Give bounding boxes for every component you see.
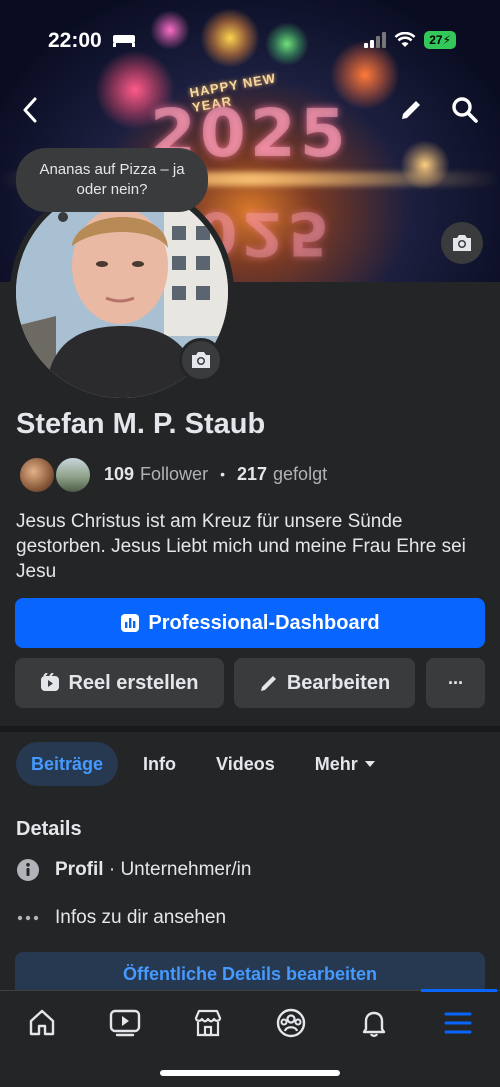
followers-separator: • [220, 466, 225, 482]
tab-info[interactable]: Info [128, 742, 191, 786]
tab-more[interactable]: Mehr [300, 742, 391, 786]
nav-notifications[interactable] [344, 1001, 404, 1045]
create-reel-label: Reel erstellen [68, 671, 199, 694]
tab-posts[interactable]: Beiträge [16, 742, 119, 786]
status-icons: 27⚡ [364, 31, 456, 49]
create-reel-button[interactable]: Reel erstellen [15, 658, 224, 708]
menu-icon [444, 1012, 472, 1034]
more-actions-label: ··· [448, 672, 464, 693]
bell-icon [362, 1011, 386, 1037]
edit-profile-label: Bearbeiten [286, 671, 391, 694]
profile-bio: Jesus Christus ist am Kreuz für unsere S… [16, 511, 466, 582]
profile-camera-button[interactable] [179, 338, 223, 382]
followers-count: 109 [104, 463, 135, 484]
nav-groups[interactable] [261, 1001, 321, 1045]
following-count: 217 [236, 463, 268, 484]
clock: 22:00 [48, 29, 136, 53]
nav-active-indicator [421, 989, 497, 992]
nav-home[interactable] [12, 1001, 72, 1045]
caret-down-icon [364, 761, 375, 767]
info-icon [16, 858, 40, 882]
search-button[interactable] [448, 92, 482, 128]
pencil-icon [260, 676, 276, 691]
search-icon [452, 97, 478, 123]
bed-icon [112, 35, 135, 47]
reel-icon [41, 673, 60, 691]
video-icon [109, 1009, 141, 1037]
home-icon [29, 1009, 55, 1036]
edit-public-details-label: Öffentliche Details bearbeiten [122, 964, 378, 984]
details-heading: Details [16, 818, 82, 840]
follower-avatars [18, 454, 96, 494]
detail-profile-label: Profil [55, 859, 104, 880]
pencil-icon [402, 101, 420, 119]
nav-menu[interactable] [428, 1001, 488, 1045]
profile-note-text: Ananas auf Pizza – ja oder nein? [39, 161, 185, 198]
camera-icon [192, 352, 210, 368]
cover-camera-button[interactable] [441, 222, 483, 264]
detail-profile-type: Profil · Unternehmer/in [16, 858, 251, 882]
detail-profile-value: · Unternehmer/in [103, 859, 252, 880]
home-indicator [160, 1070, 340, 1076]
edit-cover-button[interactable] [394, 92, 428, 128]
edit-profile-button[interactable]: Bearbeiten [234, 658, 415, 708]
signal-icon [364, 32, 387, 48]
battery-indicator: 27⚡ [424, 31, 456, 49]
camera-icon [453, 235, 471, 251]
back-button[interactable] [14, 92, 46, 128]
profile-tabs: Beiträge Info Videos Mehr [16, 742, 391, 786]
section-divider [0, 726, 500, 732]
wifi-icon [394, 32, 416, 47]
more-actions-button[interactable]: ··· [426, 658, 485, 708]
detail-see-info[interactable]: Infos zu dir ansehen [16, 907, 226, 929]
follower-avatar [54, 456, 92, 494]
status-bar: 22:00 27⚡ [0, 0, 500, 80]
marketplace-icon [194, 1009, 222, 1037]
profile-note-bubble[interactable]: Ananas auf Pizza – ja oder nein? [16, 148, 208, 212]
followers-row[interactable]: 109 Follower • 217 gefolgt [18, 452, 327, 496]
nav-video[interactable] [95, 1001, 155, 1045]
profile-name: Stefan M. P. Staub [16, 408, 266, 440]
nav-marketplace[interactable] [178, 1001, 238, 1045]
groups-icon [276, 1008, 306, 1038]
dashboard-icon [121, 614, 140, 632]
detail-see-info-label: Infos zu dir ansehen [55, 907, 227, 928]
followers-label: Follower [140, 463, 209, 484]
follower-avatar [18, 456, 56, 494]
following-label: gefolgt [273, 463, 328, 484]
more-dots-icon [16, 915, 40, 921]
chevron-left-icon [23, 97, 37, 123]
professional-dashboard-button[interactable]: Professional-Dashboard [15, 598, 485, 648]
professional-dashboard-label: Professional-Dashboard [148, 611, 380, 634]
bubble-tail [58, 212, 68, 222]
tab-videos[interactable]: Videos [201, 742, 290, 786]
